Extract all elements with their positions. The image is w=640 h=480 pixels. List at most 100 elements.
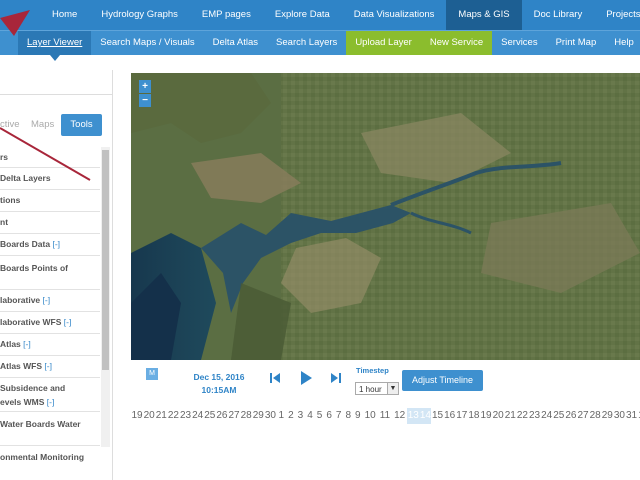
timeline-day[interactable]: 25 [553, 408, 565, 424]
layer-item[interactable]: Atlas WFS [-] [0, 356, 100, 378]
timeline-day[interactable]: 11 [378, 408, 392, 424]
timeline-day[interactable]: 26 [565, 408, 577, 424]
layer-item[interactable]: Boards Data [-] [0, 234, 100, 256]
nav-explore-data[interactable]: Explore Data [263, 0, 342, 30]
timeline-day[interactable]: 14 [419, 408, 432, 424]
subnav-delta-atlas[interactable]: Delta Atlas [204, 31, 267, 55]
timestep-select[interactable]: 1 hour ▼ [355, 382, 399, 395]
scrollbar-thumb[interactable] [102, 150, 109, 370]
panel-header [0, 70, 112, 95]
timeline-day[interactable]: 19 [131, 408, 143, 424]
subnav-search-layers[interactable]: Search Layers [267, 31, 346, 55]
timeline-day[interactable]: 3 [296, 408, 306, 424]
timeline-day[interactable]: 20 [143, 408, 155, 424]
timeline-day[interactable]: 21 [155, 408, 167, 424]
subnav-print-map[interactable]: Print Map [547, 31, 606, 55]
timeline-day[interactable]: 16 [444, 408, 456, 424]
timeline-day[interactable]: 31 [625, 408, 637, 424]
timeline-day[interactable]: 1 [277, 408, 287, 424]
timeline-day[interactable]: 26 [216, 408, 228, 424]
timeline-day[interactable]: 28 [589, 408, 601, 424]
timeline-day[interactable]: 8 [343, 408, 353, 424]
nav-maps-gis[interactable]: Maps & GIS [446, 0, 522, 30]
timeline-day[interactable]: 30 [264, 408, 276, 424]
timeline-day[interactable]: 27 [577, 408, 589, 424]
subnav-services[interactable]: Services [492, 31, 546, 55]
time-controls: M Dec 15, 2016 10:15AM Timestep 1 hour ▼ … [131, 362, 640, 402]
nav-projects[interactable]: Projects [594, 0, 640, 30]
subnav-search-maps[interactable]: Search Maps / Visuals [91, 31, 203, 55]
timeline-day[interactable]: 27 [228, 408, 240, 424]
timeline-day[interactable]: 24 [192, 408, 204, 424]
timeline-day[interactable]: 22 [167, 408, 179, 424]
skip-forward-icon[interactable] [330, 371, 342, 385]
subnav-upload-layer[interactable]: Upload Layer [346, 31, 421, 55]
timeline-day[interactable]: 22 [516, 408, 528, 424]
timeline-day[interactable]: 23 [180, 408, 192, 424]
subnav-help[interactable]: Help [605, 31, 640, 55]
zoom-in-button[interactable]: + [139, 80, 151, 93]
timeline-day[interactable]: 10 [363, 408, 378, 424]
scrollbar[interactable] [101, 147, 110, 447]
satellite-imagery [131, 73, 640, 360]
nav-data-visualizations[interactable]: Data Visualizations [342, 0, 447, 30]
timeline-day[interactable]: 29 [601, 408, 613, 424]
timeline-day[interactable]: 29 [252, 408, 264, 424]
subnav-new-service[interactable]: New Service [420, 31, 493, 55]
layer-item[interactable]: onmental Monitoring [0, 446, 100, 468]
timeline-day[interactable]: 4 [305, 408, 315, 424]
layer-toggle[interactable]: [-] [43, 295, 51, 305]
play-icon[interactable] [299, 370, 313, 386]
timeline-day[interactable]: 6 [324, 408, 334, 424]
nav-hydrology-graphs[interactable]: Hydrology Graphs [89, 0, 190, 30]
layer-item[interactable]: laborative [-] [0, 290, 100, 312]
timeline-day[interactable]: 5 [315, 408, 325, 424]
layer-item[interactable]: Atlas [-] [0, 334, 100, 356]
top-nav-bar: Home Hydrology Graphs EMP pages Explore … [0, 0, 640, 30]
layer-item[interactable]: Water Boards Water [0, 412, 100, 446]
timeline-day[interactable]: 20 [492, 408, 504, 424]
layer-toggle[interactable]: [-] [23, 339, 31, 349]
timeline-day[interactable]: 28 [240, 408, 252, 424]
layer-item[interactable]: tions [0, 190, 100, 212]
layer-item[interactable]: Subsidence and evels WMS [-] [0, 378, 100, 412]
layer-item[interactable]: laborative WFS [-] [0, 312, 100, 334]
layer-label: evels WMS [0, 397, 45, 407]
timeline-day[interactable]: 13 [407, 408, 420, 424]
sub-nav-bar: Layer Viewer Search Maps / Visuals Delta… [0, 30, 640, 61]
layer-toggle[interactable]: [-] [52, 239, 60, 249]
nav-emp-pages[interactable]: EMP pages [190, 0, 263, 30]
current-time: 10:15AM [201, 385, 237, 395]
layer-list: rs Delta Layers tions nt Boards Data [-]… [0, 147, 100, 468]
timeline-day[interactable]: 2 [286, 408, 296, 424]
layer-toggle[interactable]: [-] [47, 397, 55, 407]
timeline-day[interactable]: 17 [456, 408, 468, 424]
timeline-day[interactable]: 15 [431, 408, 443, 424]
adjust-timeline-button[interactable]: Adjust Timeline [402, 370, 483, 391]
m-button[interactable]: M [146, 368, 158, 380]
skip-back-icon[interactable] [269, 371, 281, 385]
timeline-day[interactable]: 25 [204, 408, 216, 424]
layer-label: Subsidence and [0, 383, 66, 393]
layer-label: Boards Data [0, 239, 51, 249]
chevron-down-icon: ▼ [387, 383, 398, 394]
layer-label: onmental Monitoring [0, 452, 85, 462]
timeline-day[interactable]: 23 [528, 408, 540, 424]
timeline-day[interactable]: 7 [334, 408, 344, 424]
timeline-day[interactable]: 9 [353, 408, 363, 424]
layer-item[interactable]: nt [0, 212, 100, 234]
timeline-day[interactable]: 21 [504, 408, 516, 424]
zoom-out-button[interactable]: − [139, 94, 151, 107]
timestep-value: 1 hour [359, 385, 382, 394]
satellite-map[interactable] [131, 73, 640, 360]
timeline-day[interactable]: 30 [613, 408, 625, 424]
layer-item[interactable]: Boards Points of [0, 256, 100, 290]
timeline-day[interactable]: 18 [468, 408, 480, 424]
timeline-day[interactable]: 24 [541, 408, 553, 424]
timeline-days: 19 20 21 22 23 24 25 26 27 28 29 30 1 2 3 4 5 6 7 8 9 10 11 12 1… [131, 408, 640, 424]
layer-toggle[interactable]: [-] [64, 317, 72, 327]
timeline-day[interactable]: 19 [480, 408, 492, 424]
timeline-day[interactable]: 12 [392, 408, 407, 424]
layer-toggle[interactable]: [-] [44, 361, 52, 371]
nav-doc-library[interactable]: Doc Library [522, 0, 595, 30]
